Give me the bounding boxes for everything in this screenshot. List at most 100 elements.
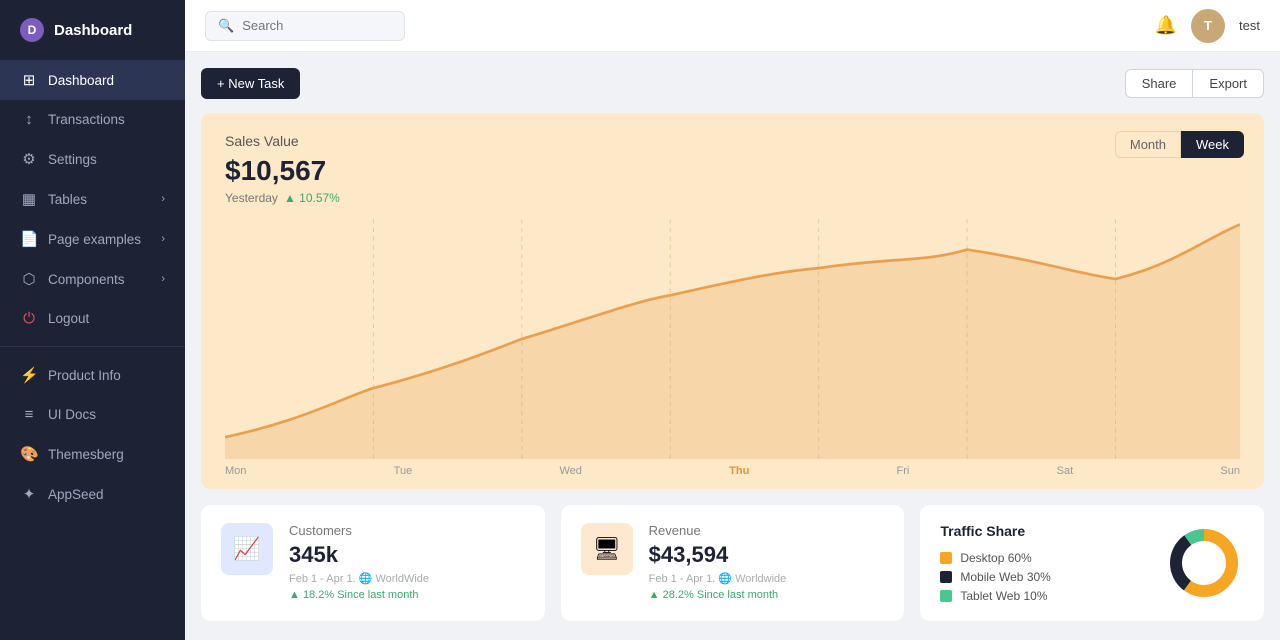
sidebar-item-page-examples[interactable]: 📄 Page examples › bbox=[0, 219, 185, 259]
sidebar-item-product-info[interactable]: ⚡ Product Info bbox=[0, 355, 185, 395]
period-buttons: Month Week bbox=[1115, 131, 1244, 158]
week-button[interactable]: Week bbox=[1181, 131, 1244, 158]
day-label-wed: Wed bbox=[559, 465, 581, 477]
appseed-icon: ✦ bbox=[20, 485, 38, 503]
search-input[interactable] bbox=[242, 18, 392, 33]
customers-change: ▲ 18.2% Since last month bbox=[289, 589, 525, 601]
chevron-right-icon: › bbox=[161, 233, 165, 245]
revenue-change: ▲ 28.2% Since last month bbox=[649, 589, 885, 601]
traffic-info: Traffic Share Desktop 60% Mobile Web 30% bbox=[940, 523, 1148, 603]
customers-icon: 📈 bbox=[233, 536, 260, 562]
settings-icon: ⚙ bbox=[20, 150, 38, 168]
share-export-group: Share Export bbox=[1125, 69, 1264, 98]
revenue-icon: 🖥 bbox=[593, 536, 621, 562]
legend-desktop: Desktop 60% bbox=[940, 551, 1148, 565]
legend-tablet: Tablet Web 10% bbox=[940, 589, 1148, 603]
legend-mobile: Mobile Web 30% bbox=[940, 570, 1148, 584]
sidebar-item-transactions[interactable]: ↕ Transactions bbox=[0, 100, 185, 139]
sidebar-item-label: Components bbox=[48, 272, 125, 287]
sales-chart-area bbox=[225, 219, 1240, 459]
chevron-right-icon: › bbox=[161, 193, 165, 205]
sidebar-item-dashboard[interactable]: ⊞ Dashboard bbox=[0, 60, 185, 100]
sidebar-item-settings[interactable]: ⚙ Settings bbox=[0, 139, 185, 179]
donut-svg bbox=[1164, 523, 1244, 603]
components-icon: ⬡ bbox=[20, 270, 38, 288]
customers-icon-box: 📈 bbox=[221, 523, 273, 575]
day-label-tue: Tue bbox=[394, 465, 413, 477]
sidebar-item-label: Tables bbox=[48, 192, 87, 207]
traffic-title: Traffic Share bbox=[940, 523, 1148, 539]
avatar: T bbox=[1191, 9, 1225, 43]
sidebar-item-label: Logout bbox=[48, 311, 89, 326]
sidebar-item-components[interactable]: ⬡ Components › bbox=[0, 259, 185, 299]
sidebar-divider bbox=[0, 346, 185, 347]
logo-icon: D bbox=[20, 18, 44, 42]
sidebar-item-appseed[interactable]: ✦ AppSeed bbox=[0, 474, 185, 514]
traffic-card: Traffic Share Desktop 60% Mobile Web 30% bbox=[920, 505, 1264, 621]
revenue-icon-box: 🖥 bbox=[581, 523, 633, 575]
sales-chart-card: Sales Value $10,567 Yesterday ▲ 10.57% M… bbox=[201, 113, 1264, 489]
sidebar-item-logout[interactable]: ⏻ Logout bbox=[0, 299, 185, 338]
desktop-label: Desktop 60% bbox=[960, 551, 1031, 565]
bolt-icon: ⚡ bbox=[20, 366, 38, 384]
dashboard-icon: ⊞ bbox=[20, 71, 38, 89]
sidebar-item-label: UI Docs bbox=[48, 407, 96, 422]
search-icon: 🔍 bbox=[218, 18, 234, 34]
sales-line-chart bbox=[225, 219, 1240, 459]
sidebar-nav: ⊞ Dashboard ↕ Transactions ⚙ Settings ▦ … bbox=[0, 60, 185, 640]
sidebar-item-label: Page examples bbox=[48, 232, 141, 247]
themesberg-icon: 🎨 bbox=[20, 445, 38, 463]
day-label-sat: Sat bbox=[1057, 465, 1074, 477]
revenue-value: $43,594 bbox=[649, 542, 885, 568]
main-content: 🔍 🔔 T test + New Task Share Export Sales… bbox=[185, 0, 1280, 640]
sales-value: $10,567 bbox=[225, 155, 1240, 187]
desktop-dot bbox=[940, 552, 952, 564]
search-wrap[interactable]: 🔍 bbox=[205, 11, 405, 41]
sidebar-item-label: Settings bbox=[48, 152, 97, 167]
actions-row: + New Task Share Export bbox=[201, 68, 1264, 99]
day-label-thu: Thu bbox=[729, 465, 749, 477]
sales-title: Sales Value bbox=[225, 133, 1240, 149]
docs-icon: ≡ bbox=[20, 406, 38, 423]
mobile-dot bbox=[940, 571, 952, 583]
sales-change: ▲ 10.57% bbox=[284, 191, 340, 205]
day-label-sun: Sun bbox=[1220, 465, 1240, 477]
sidebar-item-label: Themesberg bbox=[48, 447, 124, 462]
day-label-fri: Fri bbox=[897, 465, 910, 477]
period-label: Yesterday bbox=[225, 191, 278, 205]
sidebar: D Dashboard ⊞ Dashboard ↕ Transactions ⚙… bbox=[0, 0, 185, 640]
revenue-card: 🖥 Revenue $43,594 Feb 1 - Apr 1. 🌐 World… bbox=[561, 505, 905, 621]
revenue-info: Revenue $43,594 Feb 1 - Apr 1. 🌐 Worldwi… bbox=[649, 523, 885, 601]
day-label-mon: Mon bbox=[225, 465, 246, 477]
chevron-right-icon: › bbox=[161, 273, 165, 285]
sidebar-item-label: Product Info bbox=[48, 368, 121, 383]
logout-icon: ⏻ bbox=[20, 310, 38, 327]
sidebar-logo: D Dashboard bbox=[0, 0, 185, 60]
sidebar-item-ui-docs[interactable]: ≡ UI Docs bbox=[0, 395, 185, 434]
export-button[interactable]: Export bbox=[1192, 69, 1264, 98]
sidebar-item-tables[interactable]: ▦ Tables › bbox=[0, 179, 185, 219]
tables-icon: ▦ bbox=[20, 190, 38, 208]
share-button[interactable]: Share bbox=[1125, 69, 1193, 98]
sidebar-item-label: Transactions bbox=[48, 112, 125, 127]
traffic-legend: Desktop 60% Mobile Web 30% Tablet Web 10… bbox=[940, 551, 1148, 603]
revenue-sub: Feb 1 - Apr 1. 🌐 Worldwide bbox=[649, 572, 885, 585]
topbar-right: 🔔 T test bbox=[1155, 9, 1260, 43]
sidebar-item-themesberg[interactable]: 🎨 Themesberg bbox=[0, 434, 185, 474]
month-button[interactable]: Month bbox=[1115, 131, 1181, 158]
customers-sub: Feb 1 - Apr 1. 🌐 WorldWide bbox=[289, 572, 525, 585]
content-area: + New Task Share Export Sales Value $10,… bbox=[185, 52, 1280, 640]
notification-bell-icon[interactable]: 🔔 bbox=[1155, 15, 1177, 36]
topbar: 🔍 🔔 T test bbox=[185, 0, 1280, 52]
chart-day-labels: Mon Tue Wed Thu Fri Sat Sun bbox=[225, 459, 1240, 489]
transactions-icon: ↕ bbox=[20, 111, 38, 128]
customers-info: Customers 345k Feb 1 - Apr 1. 🌐 WorldWid… bbox=[289, 523, 525, 601]
tablet-label: Tablet Web 10% bbox=[960, 589, 1047, 603]
sidebar-logo-text: Dashboard bbox=[54, 22, 132, 39]
sidebar-item-label: AppSeed bbox=[48, 487, 104, 502]
customers-label: Customers bbox=[289, 523, 525, 538]
tablet-dot bbox=[940, 590, 952, 602]
mobile-label: Mobile Web 30% bbox=[960, 570, 1051, 584]
username-label: test bbox=[1239, 18, 1260, 33]
new-task-button[interactable]: + New Task bbox=[201, 68, 300, 99]
